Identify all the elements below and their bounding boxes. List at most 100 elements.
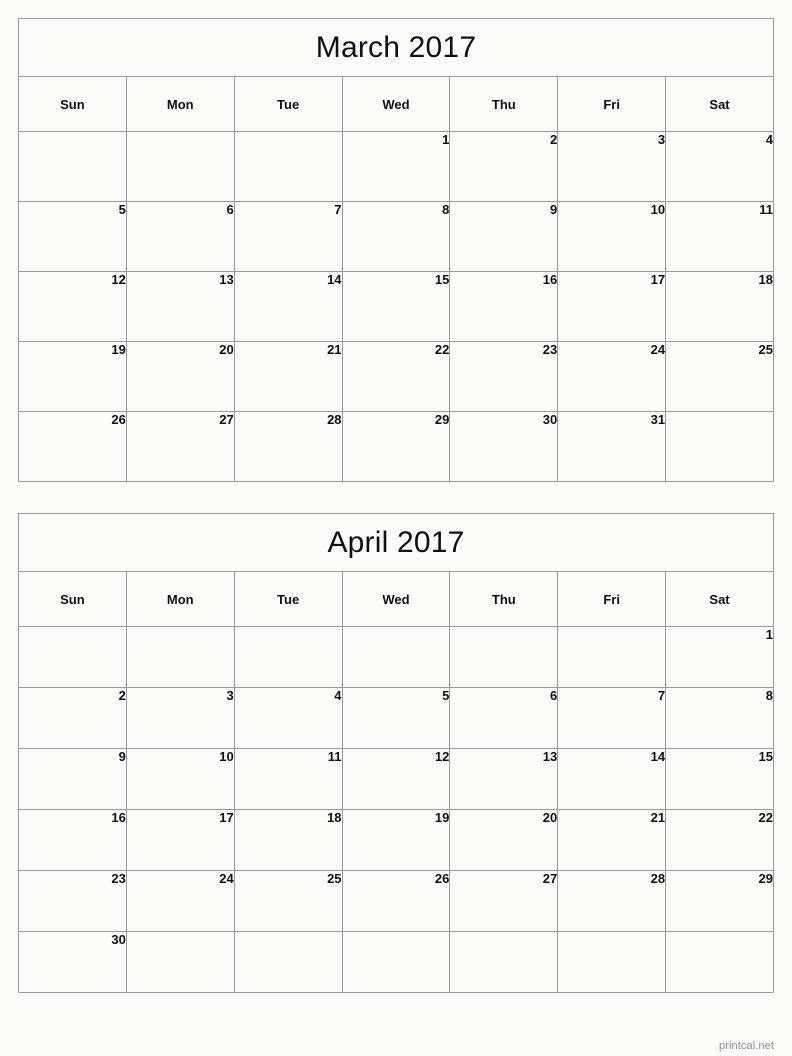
calendar-march-title-row: March 2017 <box>18 18 774 77</box>
day-cell[interactable] <box>557 931 667 993</box>
calendar-week-row: 23 24 25 26 27 28 29 <box>18 870 774 932</box>
day-cell[interactable]: 30 <box>18 931 127 993</box>
day-cell[interactable]: 5 <box>18 201 127 272</box>
weekday-header-mon: Mon <box>125 571 235 627</box>
day-cell[interactable] <box>449 931 559 993</box>
day-cell[interactable]: 29 <box>341 411 451 482</box>
day-cell[interactable]: 20 <box>449 809 559 871</box>
day-cell[interactable]: 22 <box>665 809 774 871</box>
day-cell[interactable]: 1 <box>665 626 774 688</box>
day-cell[interactable] <box>18 626 127 688</box>
weekday-header-tue: Tue <box>233 571 343 627</box>
day-cell[interactable]: 29 <box>665 870 774 932</box>
weekday-header-wed: Wed <box>341 571 451 627</box>
day-cell[interactable]: 14 <box>557 748 667 810</box>
weekday-header-tue: Tue <box>233 76 343 132</box>
day-cell[interactable]: 30 <box>449 411 559 482</box>
day-cell[interactable] <box>125 626 235 688</box>
weekday-header-thu: Thu <box>449 571 559 627</box>
day-cell[interactable]: 17 <box>557 271 667 342</box>
day-cell[interactable]: 11 <box>665 201 774 272</box>
calendar-week-row: 1 <box>18 626 774 688</box>
day-cell[interactable] <box>341 931 451 993</box>
calendar-march-weekday-row: Sun Mon Tue Wed Thu Fri Sat <box>18 76 774 132</box>
calendar-week-row: 1 2 3 4 <box>18 131 774 202</box>
day-cell[interactable]: 27 <box>125 411 235 482</box>
day-cell[interactable]: 3 <box>125 687 235 749</box>
weekday-header-sun: Sun <box>18 571 127 627</box>
day-cell[interactable]: 27 <box>449 870 559 932</box>
day-cell[interactable]: 3 <box>557 131 667 202</box>
day-cell[interactable]: 18 <box>233 809 343 871</box>
calendar-april-body: 1 2 3 4 5 6 7 8 9 10 11 12 13 14 15 16 1… <box>18 626 774 993</box>
day-cell[interactable] <box>233 626 343 688</box>
day-cell[interactable]: 10 <box>125 748 235 810</box>
day-cell[interactable]: 18 <box>665 271 774 342</box>
day-cell[interactable]: 6 <box>449 687 559 749</box>
day-cell[interactable]: 11 <box>233 748 343 810</box>
calendar-week-row: 2 3 4 5 6 7 8 <box>18 687 774 749</box>
calendar-march-head: March 2017 Sun Mon Tue Wed Thu Fri Sat <box>18 18 774 132</box>
day-cell[interactable]: 2 <box>449 131 559 202</box>
day-cell[interactable] <box>125 931 235 993</box>
day-cell[interactable]: 24 <box>557 341 667 412</box>
day-cell[interactable]: 19 <box>18 341 127 412</box>
day-cell[interactable]: 15 <box>665 748 774 810</box>
day-cell[interactable]: 26 <box>341 870 451 932</box>
day-cell[interactable]: 8 <box>341 201 451 272</box>
calendar-april-weekday-row: Sun Mon Tue Wed Thu Fri Sat <box>18 571 774 627</box>
day-cell[interactable]: 1 <box>341 131 451 202</box>
day-cell[interactable]: 4 <box>665 131 774 202</box>
day-cell[interactable]: 7 <box>557 687 667 749</box>
day-cell[interactable]: 26 <box>18 411 127 482</box>
day-cell[interactable]: 28 <box>557 870 667 932</box>
day-cell[interactable]: 21 <box>557 809 667 871</box>
day-cell[interactable]: 4 <box>233 687 343 749</box>
calendar-week-row: 5 6 7 8 9 10 11 <box>18 201 774 272</box>
calendar-april-title-row: April 2017 <box>18 513 774 572</box>
day-cell[interactable] <box>233 931 343 993</box>
day-cell[interactable]: 31 <box>557 411 667 482</box>
day-cell[interactable]: 23 <box>449 341 559 412</box>
calendar-march-body: 1 2 3 4 5 6 7 8 9 10 11 12 13 14 15 16 1… <box>18 131 774 482</box>
day-cell[interactable]: 25 <box>665 341 774 412</box>
day-cell[interactable]: 25 <box>233 870 343 932</box>
day-cell[interactable]: 24 <box>125 870 235 932</box>
weekday-header-sat: Sat <box>665 571 774 627</box>
day-cell[interactable] <box>449 626 559 688</box>
day-cell[interactable]: 12 <box>341 748 451 810</box>
day-cell[interactable]: 5 <box>341 687 451 749</box>
day-cell[interactable] <box>341 626 451 688</box>
calendar-march-2017: March 2017 Sun Mon Tue Wed Thu Fri Sat 1… <box>18 18 774 482</box>
weekday-header-fri: Fri <box>557 76 667 132</box>
day-cell[interactable]: 12 <box>18 271 127 342</box>
day-cell[interactable]: 9 <box>449 201 559 272</box>
day-cell[interactable]: 23 <box>18 870 127 932</box>
day-cell[interactable]: 13 <box>449 748 559 810</box>
day-cell[interactable]: 20 <box>125 341 235 412</box>
day-cell[interactable]: 28 <box>233 411 343 482</box>
day-cell[interactable]: 17 <box>125 809 235 871</box>
day-cell[interactable]: 16 <box>18 809 127 871</box>
day-cell[interactable]: 9 <box>18 748 127 810</box>
day-cell[interactable]: 16 <box>449 271 559 342</box>
day-cell[interactable]: 14 <box>233 271 343 342</box>
day-cell[interactable]: 22 <box>341 341 451 412</box>
weekday-header-sun: Sun <box>18 76 127 132</box>
day-cell[interactable] <box>18 131 127 202</box>
day-cell[interactable]: 7 <box>233 201 343 272</box>
day-cell[interactable] <box>557 626 667 688</box>
day-cell[interactable]: 8 <box>665 687 774 749</box>
day-cell[interactable] <box>665 411 774 482</box>
day-cell[interactable]: 13 <box>125 271 235 342</box>
calendar-april-head: April 2017 Sun Mon Tue Wed Thu Fri Sat <box>18 513 774 627</box>
day-cell[interactable] <box>125 131 235 202</box>
day-cell[interactable] <box>233 131 343 202</box>
day-cell[interactable]: 2 <box>18 687 127 749</box>
day-cell[interactable]: 10 <box>557 201 667 272</box>
day-cell[interactable]: 15 <box>341 271 451 342</box>
day-cell[interactable]: 21 <box>233 341 343 412</box>
day-cell[interactable] <box>665 931 774 993</box>
day-cell[interactable]: 19 <box>341 809 451 871</box>
day-cell[interactable]: 6 <box>125 201 235 272</box>
